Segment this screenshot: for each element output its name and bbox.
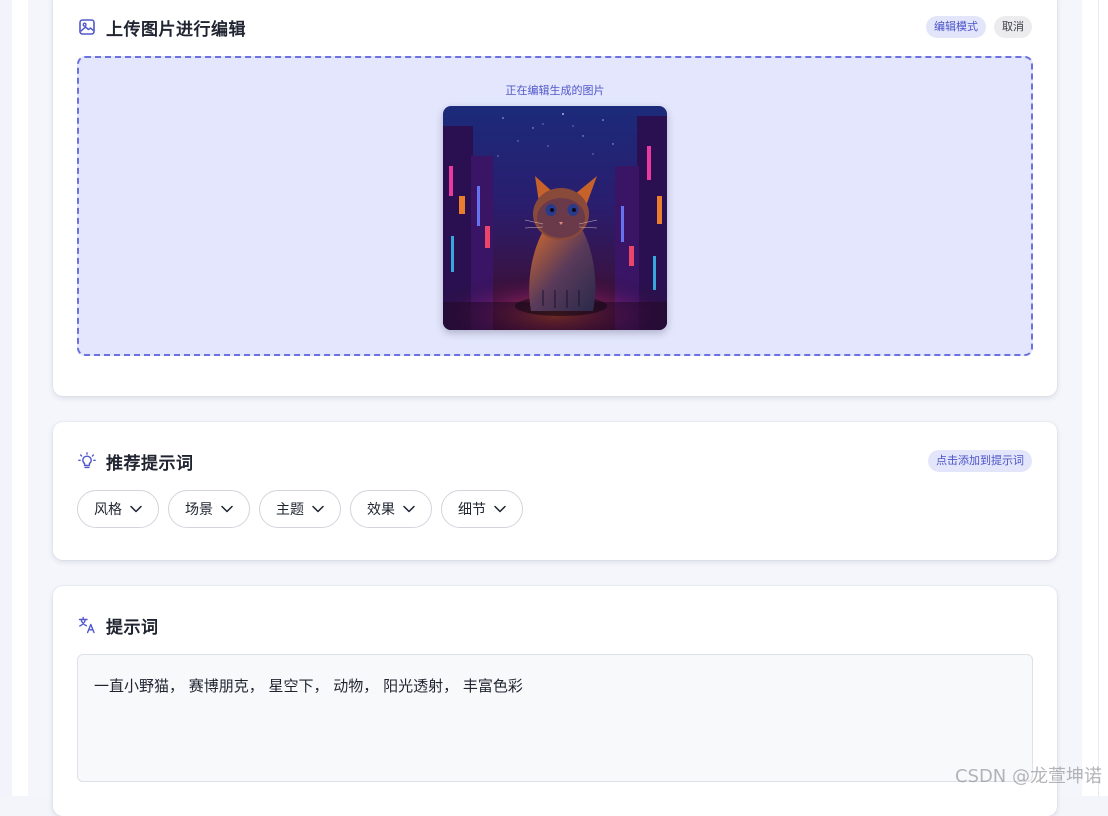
chip-label: 主题 bbox=[276, 499, 304, 519]
prompt-title: 提示词 bbox=[106, 613, 159, 638]
chip-scene[interactable]: 场景 bbox=[168, 490, 250, 528]
chevron-down-icon bbox=[130, 505, 142, 513]
suggestions-title: 推荐提示词 bbox=[106, 449, 194, 474]
chip-detail[interactable]: 细节 bbox=[441, 490, 523, 528]
left-gutter bbox=[0, 0, 12, 796]
lightbulb-icon bbox=[78, 452, 96, 470]
prompt-card-header: 提示词 bbox=[78, 612, 1032, 638]
prompt-textarea[interactable]: 一直小野猫， 赛博朋克， 星空下， 动物， 阳光透射， 丰富色彩 bbox=[77, 654, 1033, 782]
scrollbar-track[interactable] bbox=[1098, 0, 1108, 796]
chip-label: 场景 bbox=[185, 499, 213, 519]
editing-label: 正在编辑生成的图片 bbox=[79, 82, 1031, 98]
chip-label: 细节 bbox=[458, 499, 486, 519]
edit-mode-badge: 编辑模式 bbox=[926, 16, 986, 38]
upload-card-header: 上传图片进行编辑 编辑模式 取消 bbox=[78, 14, 1032, 40]
suggestions-card-header: 推荐提示词 点击添加到提示词 bbox=[78, 448, 1032, 474]
category-chips: 风格 场景 主题 效果 细节 bbox=[77, 490, 523, 528]
upload-card: 上传图片进行编辑 编辑模式 取消 正在编辑生成的图片 bbox=[53, 0, 1057, 396]
chip-label: 效果 bbox=[367, 499, 395, 519]
image-icon bbox=[78, 18, 96, 36]
suggestions-card: 推荐提示词 点击添加到提示词 风格 场景 主题 效果 细节 bbox=[53, 422, 1057, 560]
chevron-down-icon bbox=[312, 505, 324, 513]
image-dropzone[interactable]: 正在编辑生成的图片 bbox=[77, 56, 1033, 356]
chevron-down-icon bbox=[494, 505, 506, 513]
add-to-prompt-badge: 点击添加到提示词 bbox=[928, 450, 1032, 472]
chip-effect[interactable]: 效果 bbox=[350, 490, 432, 528]
preview-image bbox=[443, 106, 667, 330]
chip-theme[interactable]: 主题 bbox=[259, 490, 341, 528]
chevron-down-icon bbox=[403, 505, 415, 513]
chip-style[interactable]: 风格 bbox=[77, 490, 159, 528]
translate-icon bbox=[78, 616, 96, 634]
chevron-down-icon bbox=[221, 505, 233, 513]
upload-title: 上传图片进行编辑 bbox=[106, 15, 246, 40]
chip-label: 风格 bbox=[94, 499, 122, 519]
prompt-card: 提示词 一直小野猫， 赛博朋克， 星空下， 动物， 阳光透射， 丰富色彩 bbox=[53, 586, 1057, 816]
watermark: CSDN @龙萱坤诺 bbox=[955, 762, 1102, 788]
cyberpunk-kitten-image bbox=[443, 106, 667, 330]
cancel-button[interactable]: 取消 bbox=[994, 16, 1032, 38]
